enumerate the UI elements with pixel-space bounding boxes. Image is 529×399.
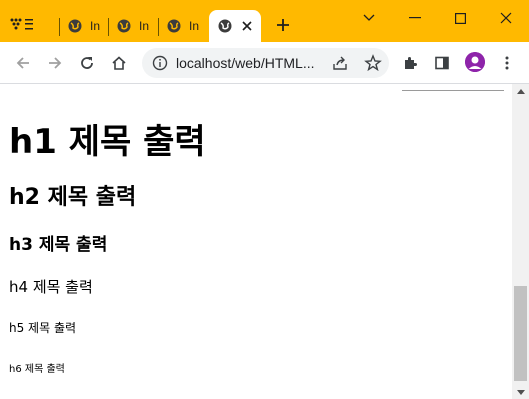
heading-h2: h2 제목 출력 bbox=[9, 185, 137, 210]
globe-icon bbox=[68, 19, 82, 33]
share-icon[interactable] bbox=[332, 55, 348, 71]
tab-separator bbox=[158, 18, 159, 36]
tab-separator bbox=[108, 18, 109, 36]
vertical-scrollbar[interactable] bbox=[512, 84, 529, 399]
globe-icon bbox=[218, 19, 232, 33]
tab-search-button[interactable] bbox=[354, 6, 384, 30]
tab-1[interactable]: In bbox=[59, 10, 108, 42]
tab-active[interactable] bbox=[209, 10, 261, 42]
divider bbox=[402, 90, 504, 91]
maximize-button[interactable] bbox=[445, 6, 475, 30]
heading-h3: h3 제목 출력 bbox=[9, 235, 108, 255]
tab-2[interactable]: In bbox=[108, 10, 158, 42]
tab-title: In bbox=[90, 19, 101, 33]
tab-group-icon[interactable] bbox=[10, 16, 36, 34]
url-text[interactable]: localhost/web/HTML... bbox=[176, 55, 315, 71]
address-bar[interactable]: localhost/web/HTML... bbox=[142, 48, 389, 78]
back-button[interactable] bbox=[11, 51, 35, 75]
globe-icon bbox=[117, 19, 131, 33]
heading-h5: h5 제목 출력 bbox=[9, 321, 77, 335]
close-tab-icon[interactable] bbox=[242, 18, 252, 34]
browser-window: In In In localhost/web/HTML... h1 제목 출력 … bbox=[0, 0, 529, 399]
tab-separator bbox=[59, 18, 60, 36]
profile-avatar[interactable] bbox=[465, 52, 485, 72]
info-icon[interactable] bbox=[152, 55, 168, 71]
tab-title: In bbox=[189, 19, 200, 33]
forward-button[interactable] bbox=[43, 51, 67, 75]
page-content: h1 제목 출력 h2 제목 출력 h3 제목 출력 h4 제목 출력 h5 제… bbox=[0, 84, 512, 399]
tab-3[interactable]: In bbox=[158, 10, 208, 42]
bookmark-star-icon[interactable] bbox=[364, 54, 382, 72]
tab-title: In bbox=[139, 19, 150, 33]
extensions-icon[interactable] bbox=[398, 51, 422, 75]
close-window-button[interactable] bbox=[491, 6, 521, 30]
minimize-button[interactable] bbox=[400, 6, 430, 30]
home-button[interactable] bbox=[107, 51, 131, 75]
menu-icon[interactable] bbox=[495, 51, 519, 75]
tab-strip: In In In bbox=[0, 0, 529, 42]
scrollbar-thumb[interactable] bbox=[514, 286, 527, 381]
side-panel-icon[interactable] bbox=[430, 51, 454, 75]
scroll-up-arrow-icon[interactable] bbox=[512, 84, 529, 98]
reload-button[interactable] bbox=[75, 51, 99, 75]
scroll-down-arrow-icon[interactable] bbox=[512, 385, 529, 399]
heading-h1: h1 제목 출력 bbox=[9, 122, 206, 162]
browser-toolbar: localhost/web/HTML... bbox=[0, 42, 529, 84]
globe-icon bbox=[167, 19, 181, 33]
heading-h4: h4 제목 출력 bbox=[9, 278, 93, 296]
new-tab-button[interactable] bbox=[272, 15, 294, 37]
heading-h6: h6 제목 출력 bbox=[9, 364, 65, 375]
